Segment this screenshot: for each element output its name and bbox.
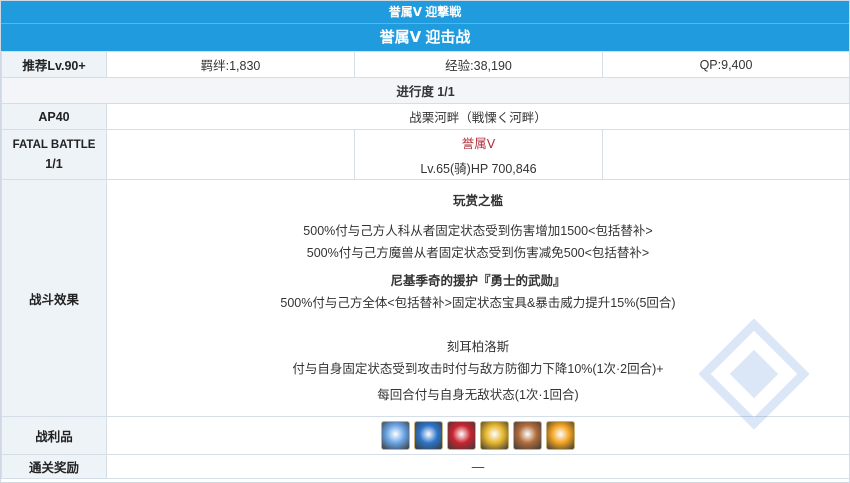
location-name: 战栗河畔（戦慄く河畔） <box>106 103 850 130</box>
quest-banner: 誉属Ⅴ 迎撃戦 誉属Ⅴ 迎击战 <box>1 1 849 51</box>
gold-fire-icon[interactable] <box>546 421 575 450</box>
quest-title-japanese: 誉属Ⅴ 迎撃戦 <box>1 1 849 24</box>
enemy-slot-empty-right <box>602 129 850 180</box>
fatal-battle-title: FATAL BATTLE <box>12 138 96 151</box>
stats-row: 推荐Lv.90+ 羁绊:1,830 经验:38,190 QP:9,400 <box>1 51 850 78</box>
progress-row: 进行度 1/1 <box>1 77 850 104</box>
effect-line-1: 500%付与己方人科从者固定状态受到伤害增加1500<包括替补> <box>303 224 653 238</box>
red-gem-icon[interactable] <box>447 421 476 450</box>
exp-value: 经验:38,190 <box>354 51 603 78</box>
progress-label: 进行度 1/1 <box>1 77 850 104</box>
effect-line-3: 500%付与己方全体<包括替补>固定状态宝具&暴击威力提升15%(5回合) <box>280 296 676 310</box>
ice-crystal-icon[interactable] <box>381 421 410 450</box>
fatal-battle-row: FATAL BATTLE 1/1 誉属Ⅴ Lv.65(骑)HP 700,846 <box>1 129 850 180</box>
enemy-stats: Lv.65(骑)HP 700,846 <box>420 161 537 176</box>
reward-row: 通关奖励 — <box>1 454 850 479</box>
effect-line-2: 500%付与己方魔兽从者固定状态受到伤害减免500<包括替补> <box>306 246 650 260</box>
recommended-level-label: 推荐Lv.90+ <box>1 51 107 78</box>
blue-orb-icon[interactable] <box>414 421 443 450</box>
fatal-battle-count: 1/1 <box>45 156 63 171</box>
quest-panel: 誉属Ⅴ 迎撃戦 誉属Ⅴ 迎击战 推荐Lv.90+ 羁绊:1,830 经验:38,… <box>0 0 850 483</box>
reward-label: 通关奖励 <box>1 454 107 479</box>
enemy-slot-empty-left <box>106 129 355 180</box>
loot-label: 战利品 <box>1 416 107 455</box>
reward-value: — <box>106 454 850 479</box>
watermark-logo-icon <box>699 319 809 429</box>
ap-label: AP40 <box>1 103 107 130</box>
quest-title-chinese: 誉属Ⅴ 迎击战 <box>379 29 471 46</box>
fatal-battle-label: FATAL BATTLE 1/1 <box>1 129 107 180</box>
bond-value: 羁绊:1,830 <box>106 51 355 78</box>
gold-star-icon[interactable] <box>480 421 509 450</box>
effect-title-2: 尼基季奇的援护『勇士的武勋』 <box>390 274 566 288</box>
ap-row: AP40 战栗河畔（戦慄く河畔） <box>1 103 850 130</box>
enemy-slot: 誉属Ⅴ Lv.65(骑)HP 700,846 <box>354 129 603 180</box>
battle-effects-label: 战斗效果 <box>1 179 107 417</box>
effect-title-1: 玩赏之槛 <box>452 194 503 208</box>
enemy-name: 誉属Ⅴ <box>461 136 496 151</box>
wooden-toy-icon[interactable] <box>513 421 542 450</box>
qp-value: QP:9,400 <box>602 51 850 78</box>
